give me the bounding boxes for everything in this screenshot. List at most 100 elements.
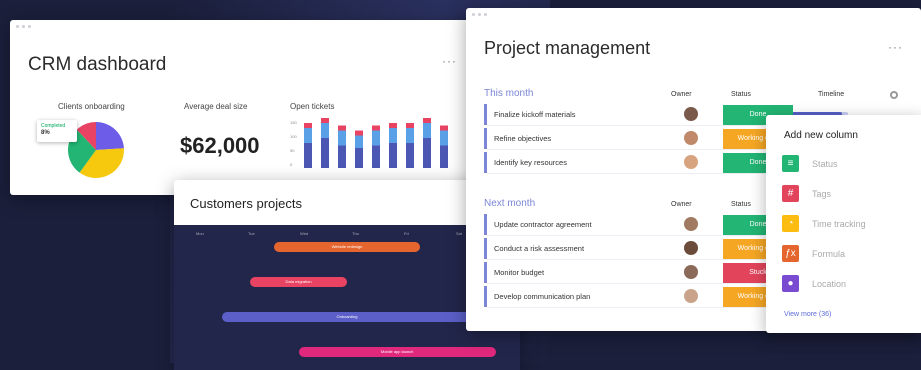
ticket-bar-segment [389,143,397,168]
task-row[interactable]: Refine objectives Working on it [484,128,793,150]
average-deal-size-label: Average deal size [184,102,248,111]
gantt-day-label: Tue [248,231,255,236]
ticket-bar-segment [423,118,431,123]
column-option-label: Time tracking [812,219,866,229]
gantt-day-label: Fri [404,231,409,236]
gantt-bar[interactable]: Mobile app launch [298,347,496,357]
owner-avatar[interactable] [684,265,698,279]
task-row[interactable]: Finalize kickoff materials Done [484,104,793,126]
formula-icon: ƒx [782,245,799,262]
ticket-bar-segment [355,135,363,148]
tag-icon: # [782,185,799,202]
owner-avatar[interactable] [684,131,698,145]
ticket-bar-segment [423,138,431,168]
tickets-axis-tick: 100 [290,134,297,139]
ticket-bar-segment [304,123,312,128]
ticket-bar-segment [406,128,414,143]
column-option-tags[interactable]: # Tags [782,185,912,203]
ticket-bar-segment [321,123,329,138]
ticket-bar-segment [389,128,397,143]
column-header-owner: Owner [671,201,692,208]
gantt-bar[interactable]: Onboarding [222,312,472,322]
task-row[interactable]: Identify key resources Done [484,152,793,174]
ticket-bar-segment [440,130,448,146]
group-color-bar [484,128,487,149]
task-name: Update contractor agreement [494,220,592,229]
add-column-title: Add new column [784,130,858,141]
task-row[interactable]: Conduct a risk assessment Working on it [484,238,793,260]
tickets-axis-tick: 50 [290,148,295,153]
column-settings-icon[interactable] [890,91,898,99]
column-option-label: Tags [812,189,832,199]
ticket-bar-segment [338,145,346,168]
gantt-day-label: Sat [456,231,463,236]
owner-avatar[interactable] [684,107,698,121]
pie-badge-value: 8% [41,130,50,136]
add-column-popup: Add new column ≡ Status # Tags ◔ Time trackin… [766,115,921,333]
crm-dashboard-window: CRM dashboard ··· Clients onboarding Com… [10,20,472,195]
column-option-time-tracking[interactable]: ◔ Time tracking [782,215,912,233]
gantt-bar[interactable]: Data migration [250,277,347,287]
ticket-bar-segment [389,123,397,128]
ticket-bar-segment [304,143,312,168]
column-option-label: Formula [812,249,846,259]
group-color-bar [484,262,487,283]
row-divider [487,125,764,126]
column-option-formula[interactable]: ƒx Formula [782,245,912,263]
column-header-owner: Owner [671,91,692,98]
task-row[interactable]: Monitor budget Stuck [484,262,793,284]
ticket-bar-segment [372,130,380,146]
view-more-link[interactable]: View more (36) [784,311,831,318]
group-color-bar [484,214,487,235]
column-header-timeline: Timeline [818,91,845,98]
task-name: Develop communication plan [494,292,591,301]
clients-onboarding-label: Clients onboarding [58,102,125,111]
owner-avatar[interactable] [684,241,698,255]
ticket-bar-segment [423,123,431,138]
owner-avatar[interactable] [684,289,698,303]
crm-more-icon[interactable]: ··· [442,54,457,68]
ticket-bar-segment [406,123,414,128]
tickets-axis-tick: 0 [290,162,293,167]
tickets-axis-tick: 150 [290,120,297,125]
row-divider [487,307,764,308]
task-name: Identify key resources [494,158,567,167]
ticket-bar-segment [355,130,363,136]
ticket-bar-segment [338,125,346,131]
gantt-day-label: Wed [300,231,309,236]
ticket-bar-segment [304,128,312,143]
group-color-bar [484,286,487,307]
task-row[interactable]: Update contractor agreement Done [484,214,793,236]
pie-badge: Completed 8% [37,120,77,142]
group-color-bar [484,152,487,173]
pm-title: Project management [484,38,651,58]
gantt-bar[interactable]: Website redesign [274,242,420,252]
group-label[interactable]: This month [484,88,533,99]
row-divider [487,235,764,236]
ticket-bar-segment [321,138,329,168]
ticket-bar-segment [440,125,448,131]
task-name: Finalize kickoff materials [494,110,576,119]
ticket-bar-segment [440,145,448,168]
pie-slice [96,122,124,150]
open-tickets-label: Open tickets [290,102,335,111]
ticket-bar-segment [338,130,346,146]
average-deal-size-value: $62,000 [180,133,260,158]
pie-badge-label: Completed [41,123,66,129]
task-row[interactable]: Develop communication plan Working on it [484,286,793,308]
row-divider [487,283,764,284]
gantt-day-label: Thu [352,231,359,236]
ticket-bar-segment [372,145,380,168]
row-divider [487,259,764,260]
ticket-bar-segment [406,143,414,168]
owner-avatar[interactable] [684,155,698,169]
column-header-status: Status [731,201,751,208]
task-name: Monitor budget [494,268,545,277]
group-label[interactable]: Next month [484,198,535,209]
owner-avatar[interactable] [684,217,698,231]
column-option-status[interactable]: ≡ Status [782,155,912,173]
column-option-label: Location [812,279,847,289]
task-name: Refine objectives [494,134,552,143]
column-option-location[interactable]: ● Location [782,275,912,293]
pm-more-icon[interactable]: ··· [888,40,903,54]
